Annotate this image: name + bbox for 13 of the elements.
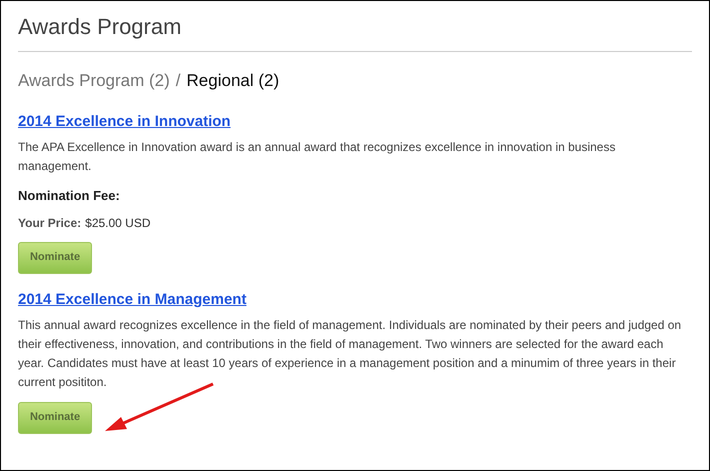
page-title: Awards Program bbox=[18, 13, 182, 41]
nominate-button[interactable]: Nominate bbox=[18, 242, 92, 274]
award-description: The APA Excellence in Innovation award is an annual award that recognizes excellence in innovation in business management. bbox=[18, 139, 616, 175]
award-description: This annual award recognizes excellence in the field of management. Individuals are nominated by their peers and judged on their effectiveness, innovation, and contributions in the field of management. Two winners are selected for the award each year. Candidates must have at least 10 years of experience in a management position and a minumim of three years in their current posititon. bbox=[18, 316, 682, 390]
breadcrumb-item[interactable]: Awards Program (2) bbox=[18, 70, 170, 92]
award-title-link[interactable]: 2014 Excellence in Management bbox=[18, 290, 246, 310]
award-title-link[interactable]: 2014 Excellence in Innovation bbox=[18, 112, 231, 132]
breadcrumb-item[interactable]: Regional (2) bbox=[186, 70, 280, 92]
nominate-button[interactable]: Nominate bbox=[18, 402, 92, 434]
price-value: $25.00 USD bbox=[85, 214, 151, 232]
breadcrumb-separator: / bbox=[176, 70, 181, 92]
price-label: Your Price: bbox=[18, 214, 82, 232]
fee-heading: Nomination Fee: bbox=[18, 187, 120, 205]
